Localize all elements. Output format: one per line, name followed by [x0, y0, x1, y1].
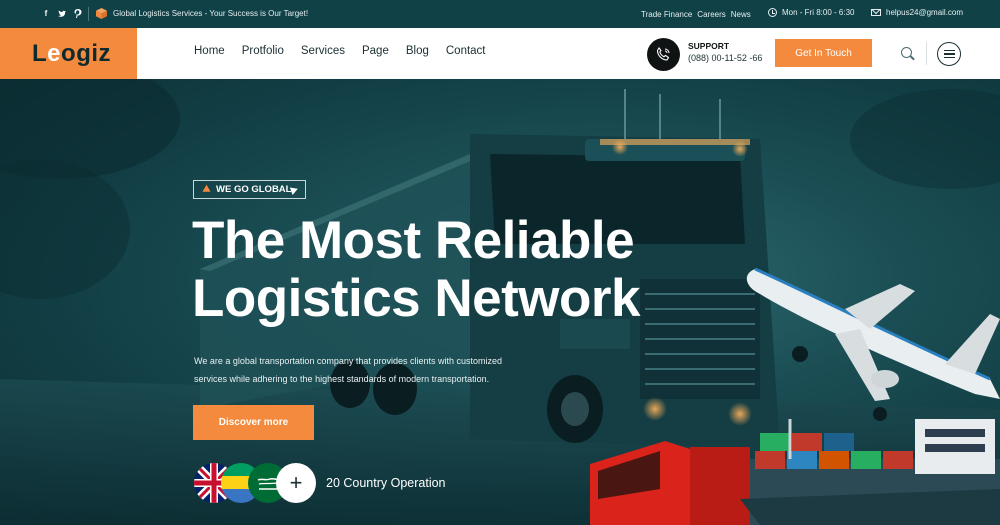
topbar-hours: Mon - Fri 8:00 - 6:30	[768, 8, 854, 17]
hero-badge: WE GO GLOBAL	[193, 180, 306, 199]
discover-more-button[interactable]: Discover more	[193, 405, 314, 440]
topbar-link-careers[interactable]: Careers	[697, 10, 725, 19]
hero-section: WE GO GLOBAL The Most Reliable Logistics…	[0, 79, 1000, 525]
top-bar: f Global Logistics Services - Your Succe…	[0, 0, 1000, 28]
twitter-icon[interactable]	[58, 9, 66, 18]
hero-description: We are a global transportation company t…	[194, 356, 502, 384]
topbar-link-news[interactable]: News	[731, 10, 751, 19]
more-countries-button[interactable]: +	[276, 463, 316, 503]
package-icon	[96, 8, 107, 19]
logo[interactable]: Leogiz	[0, 28, 137, 79]
topbar-email[interactable]: helpus24@gmail.com	[871, 8, 963, 17]
topbar-links: Trade Finance Careers News	[641, 10, 751, 19]
country-operation-text: 20 Country Operation	[326, 476, 446, 490]
hero-heading-line1: The Most Reliable	[192, 211, 635, 270]
menu-toggle-icon[interactable]	[937, 42, 961, 66]
country-flags: +	[194, 463, 324, 503]
topbar-divider	[88, 7, 89, 21]
menu-item-portfolio[interactable]: Protfolio	[242, 45, 284, 57]
topbar-tagline: Global Logistics Services - Your Success…	[113, 9, 309, 18]
badge-text: WE GO GLOBAL	[216, 184, 292, 195]
support-info: SUPPORT (088) 00-11-52 -66	[688, 41, 762, 65]
email-text[interactable]: helpus24@gmail.com	[886, 8, 963, 17]
menu-item-services[interactable]: Services	[301, 45, 345, 57]
phone-icon[interactable]	[647, 38, 680, 71]
main-menu: Home Protfolio Services Page Blog Contac…	[194, 45, 486, 57]
menu-item-contact[interactable]: Contact	[446, 45, 486, 57]
search-icon[interactable]	[901, 47, 912, 58]
pinterest-icon[interactable]	[74, 9, 82, 18]
facebook-icon[interactable]: f	[42, 9, 50, 18]
topbar-link-trade-finance[interactable]: Trade Finance	[641, 10, 692, 19]
menu-item-home[interactable]: Home	[194, 45, 225, 57]
support-label: SUPPORT	[688, 41, 730, 51]
mail-icon	[871, 9, 881, 16]
menu-item-page[interactable]: Page	[362, 45, 389, 57]
clock-icon	[768, 8, 777, 17]
hero-heading: The Most Reliable Logistics Network	[192, 212, 640, 328]
badge-arrow-right-icon	[289, 185, 300, 195]
hours-text: Mon - Fri 8:00 - 6:30	[782, 8, 855, 17]
logo-text: Leogiz	[32, 39, 112, 67]
social-links: f	[42, 9, 82, 18]
nav-divider	[926, 42, 927, 65]
get-in-touch-button[interactable]: Get In Touch	[775, 39, 872, 67]
menu-item-blog[interactable]: Blog	[406, 45, 429, 57]
badge-arrow-left-icon	[200, 184, 211, 195]
main-navbar: Home Protfolio Services Page Blog Contac…	[137, 28, 1000, 79]
hero-heading-line2: Logistics Network	[192, 269, 640, 328]
support-phone[interactable]: (088) 00-11-52 -66	[688, 52, 762, 64]
